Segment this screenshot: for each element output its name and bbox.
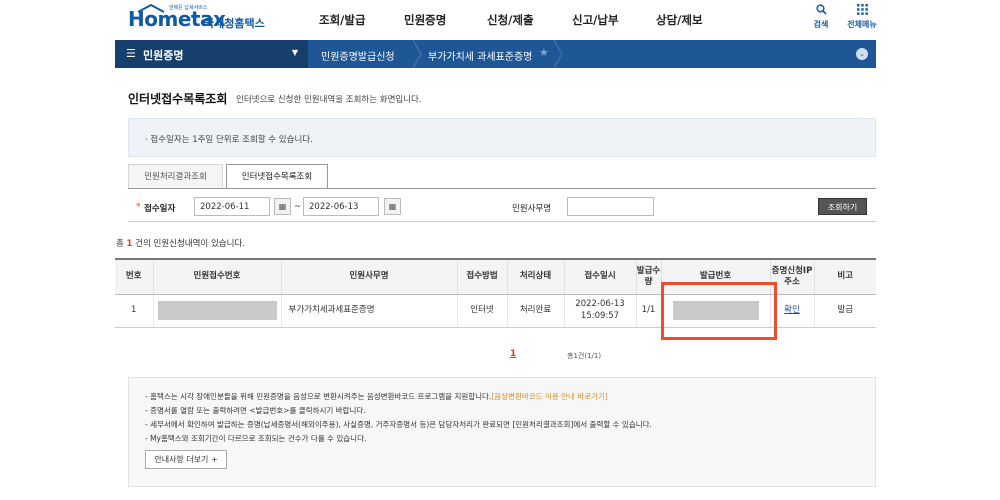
- search-button[interactable]: 검색: [806, 4, 836, 30]
- col-header-work-name: 민원사무명: [280, 258, 457, 295]
- cell-qty: 1/1: [635, 294, 661, 328]
- gnb-item-inquiry[interactable]: 조회/발급: [319, 12, 366, 28]
- search-form: * 접수일자 2022-06-11 ▦ ~ 2022-06-13 ▦ 민원사무명…: [128, 194, 876, 222]
- breadcrumb-separator-icon: [412, 40, 422, 68]
- count-prefix: 총: [116, 239, 127, 249]
- result-count: 총 1 건의 민원신청내역이 있습니다.: [116, 237, 245, 249]
- ip-confirm-link[interactable]: 확인: [784, 305, 800, 315]
- notice-line-1-text: - 홈택스는 시각 장애인분들을 위해 민원증명을 음성으로 변환시켜주는 음성…: [145, 392, 492, 401]
- date-from-input[interactable]: 2022-06-11: [194, 197, 270, 216]
- location-navbar: ☰ 민원증명 ▼ 민원증명발급신청 부가가치세 과세표준증명 ★ ⌄: [115, 40, 876, 68]
- cell-date-time: 15:09:57: [580, 310, 620, 321]
- tab-divider: [128, 188, 876, 189]
- required-mark: *: [136, 202, 141, 212]
- col-header-qty: 발급수량: [635, 258, 661, 295]
- caret-down-icon: ▼: [291, 48, 298, 57]
- notice-line-1: - 홈택스는 시각 장애인분들을 위해 민원증명을 음성으로 변환시켜주는 음성…: [145, 391, 608, 402]
- top-notice-box: · 접수일자는 1주일 단위로 조회할 수 있습니다.: [128, 118, 876, 157]
- logo-korean: 국세청홈택스: [204, 17, 265, 30]
- grid-menu-icon: [856, 4, 868, 15]
- expand-chevron-icon[interactable]: ⌄: [856, 48, 868, 60]
- col-header-no: 번호: [115, 258, 153, 295]
- page-title: 인터넷접수목록조회: [128, 92, 228, 106]
- highlight-box: [661, 282, 777, 340]
- page-number-current[interactable]: 1: [510, 349, 516, 359]
- gnb-item-civil[interactable]: 민원증명: [404, 12, 446, 28]
- col-header-note: 비고: [813, 258, 876, 295]
- work-name-label: 민원사무명: [512, 204, 552, 214]
- gnb-item-consult[interactable]: 상담/제보: [656, 12, 703, 28]
- count-suffix: 건의 민원신청내역이 있습니다.: [132, 239, 245, 249]
- breadcrumb-separator-icon: [553, 40, 563, 68]
- date-range-tilde: ~: [294, 202, 302, 212]
- cell-note: 발급: [813, 294, 876, 328]
- tab-internet-list[interactable]: 인터넷접수목록조회: [226, 164, 328, 189]
- hometax-logo[interactable]: 언제든 납세서비스 Hometax 국세청홈택스: [128, 4, 273, 34]
- gnb-item-report[interactable]: 신고/납부: [572, 12, 619, 28]
- calendar-icon[interactable]: ▦: [274, 198, 291, 215]
- breadcrumb-apply[interactable]: 민원증명발급신청: [321, 48, 395, 63]
- cell-receipt-no: [152, 294, 281, 328]
- cell-date-day: 2022-06-13: [575, 299, 625, 310]
- search-label: 검색: [813, 20, 829, 29]
- notice-line-4: - My홈택스와 조회기간이 다르므로 조회되는 건수가 다를 수 있습니다.: [145, 434, 367, 443]
- cell-method: 인터넷: [456, 294, 507, 328]
- voice-barcode-guide-link[interactable]: [음성변환바코드 이용 안내 바로가기]: [491, 392, 608, 401]
- pagination-info: 총1건(1/1): [567, 352, 602, 360]
- notice-line-2: - 증명서를 열람 또는 출력하려면 <발급번호>를 클릭하시기 바랍니다.: [145, 406, 366, 415]
- date-to-input[interactable]: 2022-06-13: [303, 197, 379, 216]
- more-info-button[interactable]: 안내사항 더보기 +: [145, 450, 227, 469]
- cell-no: 1: [115, 294, 153, 328]
- col-header-method: 접수방법: [456, 258, 507, 295]
- favorite-star-icon[interactable]: ★: [539, 46, 549, 59]
- cell-work-name: 부가가치세과세표준증명: [280, 294, 457, 328]
- tab-result-inquiry[interactable]: 민원처리결과조회: [128, 164, 223, 189]
- top-notice-text: · 접수일자는 1주일 단위로 조회할 수 있습니다.: [145, 135, 313, 145]
- cell-status: 처리완료: [506, 294, 564, 328]
- hamburger-icon: ☰: [126, 47, 136, 60]
- category-label: 민원증명: [143, 49, 184, 62]
- all-menu-button[interactable]: 전체메뉴: [846, 4, 878, 30]
- col-header-receipt-no: 민원접수번호: [152, 258, 281, 295]
- redacted-receipt-number: [157, 301, 277, 320]
- gnb-item-apply[interactable]: 신청/제출: [487, 12, 534, 28]
- top-notice-content: 접수일자는 1주일 단위로 조회할 수 있습니다.: [150, 135, 313, 145]
- search-submit-button[interactable]: 조회하기: [818, 198, 867, 215]
- date-label: 접수일자: [144, 204, 176, 214]
- top-header: 언제든 납세서비스 Hometax 국세청홈택스 조회/발급 민원증명 신청/제…: [0, 0, 1000, 40]
- category-dropdown[interactable]: ☰ 민원증명 ▼: [115, 40, 308, 68]
- col-header-status: 처리상태: [506, 258, 564, 295]
- all-menu-label: 전체메뉴: [847, 20, 877, 29]
- calendar-icon[interactable]: ▦: [384, 198, 401, 215]
- breadcrumb-current[interactable]: 부가가치세 과세표준증명: [428, 48, 532, 63]
- search-icon: [815, 4, 827, 15]
- page-description: 인터넷으로 신청한 민원내역을 조회하는 화면입니다.: [236, 95, 422, 105]
- notice-line-3: - 세무서에서 확인하여 발급하는 증명(납세증명서(해외이주용), 사실증명,…: [145, 420, 652, 429]
- bottom-notice-box: - 홈택스는 시각 장애인분들을 위해 민원증명을 음성으로 변환시켜주는 음성…: [128, 377, 876, 487]
- col-header-date: 접수일시: [563, 258, 636, 295]
- cell-date: 2022-06-13 15:09:57: [563, 294, 636, 328]
- work-name-input[interactable]: [567, 197, 654, 216]
